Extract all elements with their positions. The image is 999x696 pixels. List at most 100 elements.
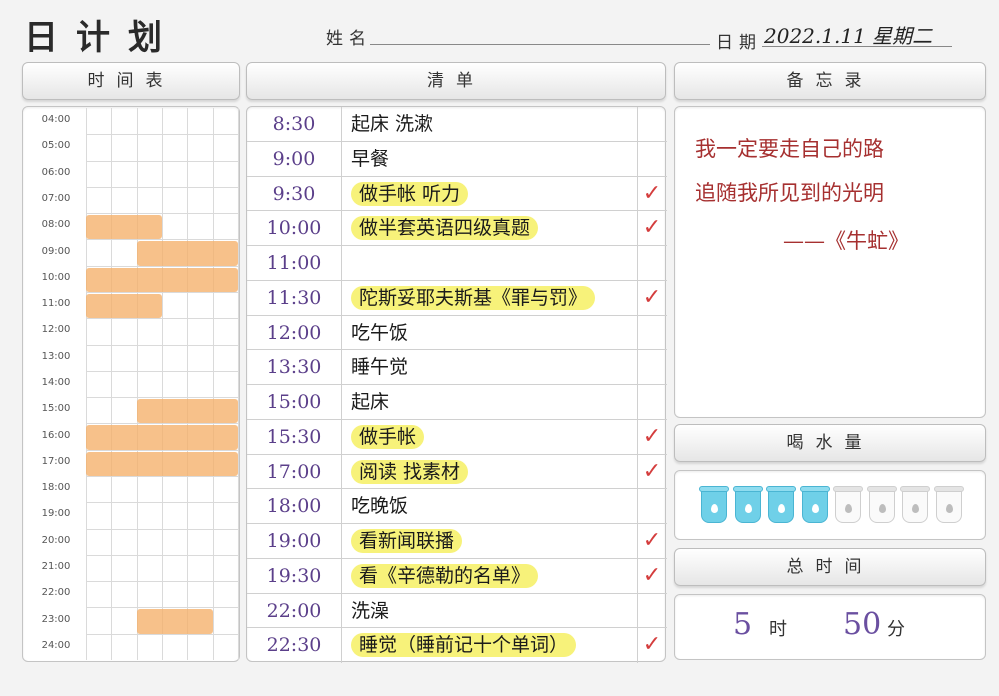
cup-lid [766, 486, 796, 492]
total-minutes[interactable]: 50 [843, 607, 881, 642]
hours-unit: 时 [769, 619, 787, 640]
time-label: 14:00 [41, 377, 71, 388]
time-label: 07:00 [41, 193, 71, 204]
checklist-row[interactable]: 17:00 阅读 找素材 ✓ [247, 455, 667, 490]
date-input-line [762, 46, 952, 47]
water-drop-icon [744, 504, 752, 513]
row-task: 起床 洗漱 [351, 113, 434, 135]
row-task: 吃晚饭 [351, 495, 409, 518]
grid-column-line [86, 108, 87, 660]
water-cup-icon[interactable] [833, 486, 863, 523]
time-label: 15:00 [41, 403, 71, 415]
checklist-row[interactable]: 9:30 做手帐 听力 ✓ [247, 177, 667, 212]
row-task: 陀斯妥耶夫斯基《罪与罚》 [351, 281, 596, 316]
checklist-row[interactable]: 12:00 吃午饭 [247, 316, 667, 351]
checklist-row[interactable]: 11:30 陀斯妥耶夫斯基《罪与罚》 ✓ [247, 281, 667, 316]
time-label: 17:00 [41, 455, 71, 467]
row-task: 看《辛德勒的名单》 [351, 559, 539, 594]
time-label: 23:00 [41, 613, 71, 625]
grid-column-line [136, 108, 138, 660]
schedule-block[interactable] [136, 609, 213, 634]
schedule-block[interactable] [86, 451, 238, 476]
memo-panel[interactable]: 我一定要走自己的路 追随我所见到的光明 ——《牛虻》 [674, 106, 986, 418]
water-panel [674, 470, 986, 540]
row-time: 9:30 [272, 182, 316, 205]
time-label: 13:00 [41, 350, 71, 362]
check-icon[interactable]: ✓ [639, 628, 665, 663]
row-time: 15:00 [266, 391, 322, 413]
row-time: 11:30 [266, 286, 322, 309]
checklist-row[interactable]: 13:30 睡午觉 [247, 350, 667, 385]
row-task: 起床 [351, 391, 390, 413]
water-drop-icon [912, 504, 919, 513]
check-icon[interactable]: ✓ [639, 177, 665, 212]
check-icon[interactable]: ✓ [639, 420, 665, 455]
memo-line: 我一定要走自己的路 [695, 137, 884, 161]
row-time: 22:00 [266, 599, 322, 622]
water-cup-icon[interactable] [900, 486, 930, 523]
water-cup-icon[interactable] [766, 486, 796, 523]
row-task: 做半套英语四级真题 [351, 211, 539, 246]
name-label: 姓名 [326, 29, 372, 49]
time-label: 21:00 [41, 561, 71, 572]
row-time: 19:00 [266, 530, 322, 552]
row-task: 做手帐 [351, 420, 425, 455]
check-icon[interactable]: ✓ [639, 281, 665, 316]
row-time: 12:00 [266, 321, 322, 344]
minutes-unit: 分 [887, 619, 905, 640]
checklist-row[interactable]: 19:00 看新闻联播 ✓ [247, 524, 667, 559]
checklist-row[interactable]: 15:00 起床 [247, 385, 667, 420]
time-label: 19:00 [41, 508, 71, 520]
check-icon[interactable]: ✓ [639, 211, 665, 246]
cup-lid [900, 486, 930, 492]
water-drop-icon [778, 504, 785, 513]
checklist-row[interactable]: 22:00 洗澡 [247, 594, 667, 629]
water-cup-icon[interactable] [732, 486, 763, 523]
checklist-row[interactable]: 18:00 吃晚饭 [247, 489, 667, 524]
date-value[interactable]: 2022.1.11 星期二 [764, 20, 932, 49]
name-input-line[interactable] [370, 44, 710, 45]
water-drop-icon [711, 504, 718, 513]
total-hours[interactable]: 5 [733, 607, 752, 642]
time-label: 10:00 [41, 271, 71, 283]
water-cup-icon[interactable] [699, 486, 729, 523]
total-time-panel: 5 时 50 分 [674, 594, 986, 660]
checklist-row[interactable]: 19:30 看《辛德勒的名单》 ✓ [247, 559, 667, 594]
schedule-block[interactable] [86, 294, 162, 319]
schedule-block[interactable] [136, 241, 238, 266]
row-time: 13:30 [266, 356, 322, 379]
cup-lid [799, 486, 830, 492]
schedule-grid[interactable]: 04:00 05:00 06:00 07:00 08:00 09:00 10:00 11:00… [24, 108, 239, 660]
checklist-row[interactable]: 15:30 做手帐 ✓ [247, 420, 667, 455]
checklist-row[interactable]: 11:00 [247, 246, 667, 281]
check-icon[interactable]: ✓ [639, 455, 665, 490]
time-label: 11:00 [41, 298, 71, 310]
row-time: 11:00 [266, 252, 322, 274]
water-drop-icon [878, 504, 886, 513]
schedule-block[interactable] [86, 267, 238, 292]
schedule-block[interactable] [86, 425, 238, 450]
check-icon[interactable]: ✓ [639, 524, 665, 559]
checklist-header: 清单 [246, 62, 666, 100]
checklist-row[interactable]: 8:30 起床 洗漱 [247, 107, 667, 142]
row-task: 洗澡 [351, 599, 390, 622]
time-label: 18:00 [41, 482, 71, 494]
checklist-row[interactable]: 22:30 睡觉（睡前记十个单词） ✓ [247, 628, 667, 663]
water-cup-icon[interactable] [933, 486, 964, 523]
schedule-block[interactable] [136, 399, 238, 424]
row-task: 早餐 [351, 147, 390, 170]
memo-line: ——《牛虻》 [783, 229, 909, 253]
cup-lid [866, 486, 897, 492]
checklist-row[interactable]: 10:00 做半套英语四级真题 ✓ [247, 211, 667, 246]
page-title: 日计划 [24, 18, 180, 58]
row-task: 吃午饭 [351, 321, 409, 344]
water-cup-icon[interactable] [799, 486, 830, 523]
row-task: 睡觉（睡前记十个单词） [351, 628, 577, 663]
checklist-row[interactable]: 9:00 早餐 [247, 142, 667, 177]
time-label: 20:00 [41, 534, 71, 546]
time-label: 05:00 [41, 140, 71, 152]
schedule-block[interactable] [86, 215, 162, 240]
check-icon[interactable]: ✓ [639, 559, 665, 594]
time-label: 12:00 [41, 324, 71, 336]
water-cup-icon[interactable] [866, 486, 897, 523]
